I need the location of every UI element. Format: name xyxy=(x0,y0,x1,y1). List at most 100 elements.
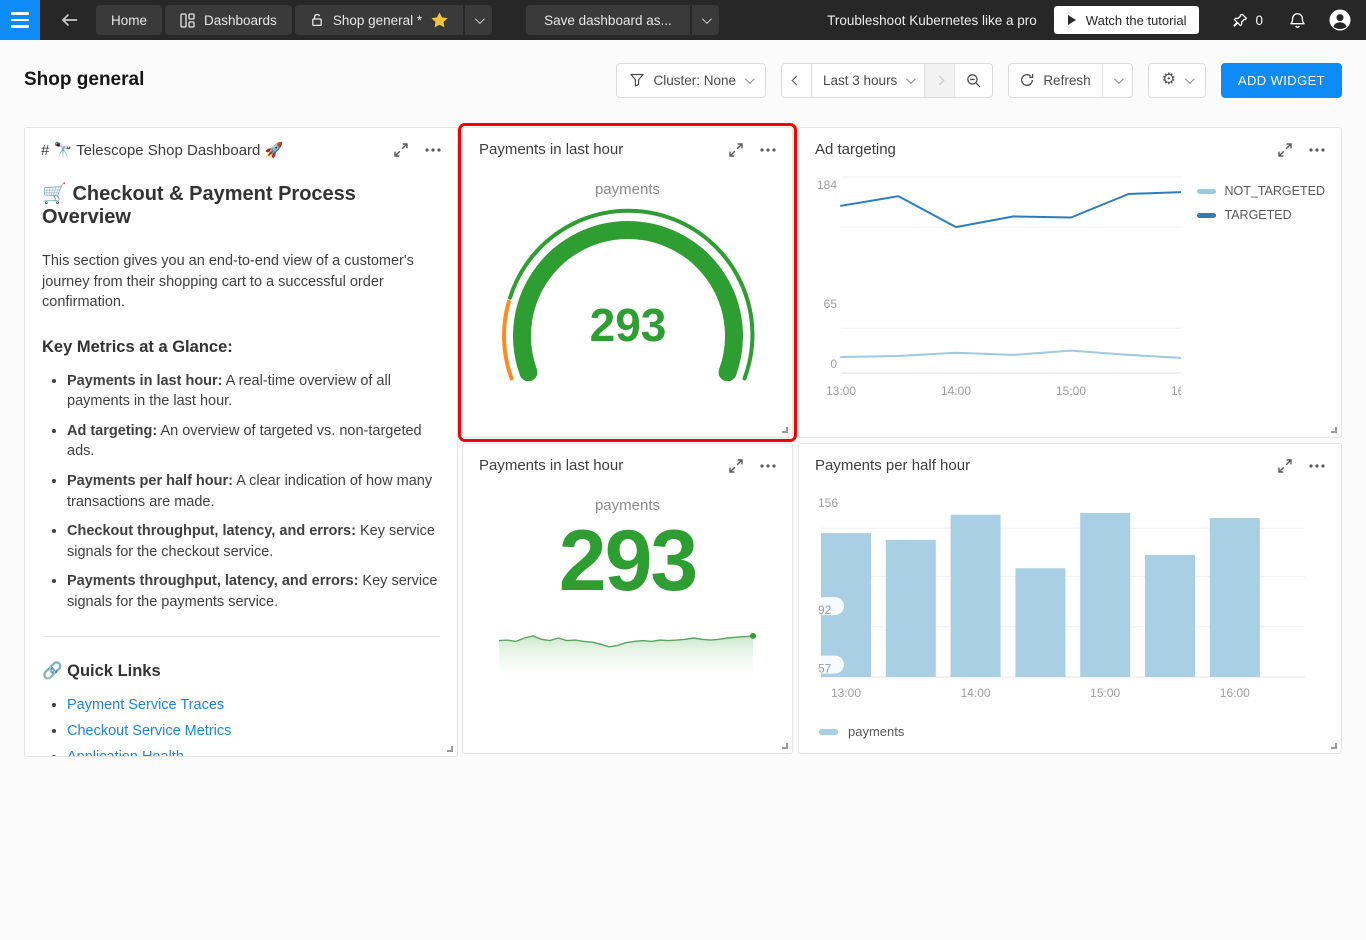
time-range-button[interactable]: Last 3 hours xyxy=(811,63,924,97)
expand-widget-button[interactable] xyxy=(1278,458,1292,473)
save-dashboard-options-chevron[interactable] xyxy=(691,5,719,35)
widget-menu-button[interactable] xyxy=(1309,463,1325,468)
refresh-icon xyxy=(1021,74,1034,86)
widget-header: Ad targeting xyxy=(799,128,1341,158)
expand-widget-button[interactable] xyxy=(729,458,743,473)
time-forward-button[interactable] xyxy=(924,63,955,97)
widget-actions xyxy=(394,143,441,157)
resize-handle[interactable] xyxy=(447,746,453,752)
ad-targeting-line-chart: 184 65 0 13:00 14:00 15:00 16:00 xyxy=(817,176,1181,398)
divider xyxy=(42,635,440,637)
tab-shop-general-menu-chevron[interactable] xyxy=(465,5,493,35)
quick-link[interactable]: Checkout Service Metrics xyxy=(67,723,231,739)
widget-actions xyxy=(1278,458,1325,473)
svg-text:16:00: 16:00 xyxy=(1171,384,1181,398)
expand-icon xyxy=(729,458,743,473)
quick-link-item: Application Health xyxy=(67,749,440,756)
quick-link[interactable]: Payment Service Traces xyxy=(67,697,224,713)
payments-value: 293 xyxy=(558,513,698,609)
quick-link[interactable]: Application Health xyxy=(67,749,184,756)
widget-header: Payments per half hour xyxy=(799,444,1341,474)
tab-home[interactable]: Home xyxy=(96,5,163,35)
menu-button[interactable] xyxy=(0,0,40,40)
expand-icon xyxy=(1278,142,1292,157)
refresh-options-chevron[interactable] xyxy=(1101,63,1132,97)
cluster-filter-button[interactable]: Cluster: None xyxy=(616,62,767,98)
gauge-metric-label: payments xyxy=(594,181,661,198)
notifications-button[interactable] xyxy=(1289,12,1306,29)
metrics-heading: Key Metrics at a Glance: xyxy=(42,337,233,356)
chevron-down-icon xyxy=(906,73,917,84)
tab-dashboards[interactable]: Dashboards xyxy=(165,5,292,35)
resize-handle[interactable] xyxy=(782,743,788,749)
time-range-group: Last 3 hours xyxy=(781,62,994,98)
svg-text:57: 57 xyxy=(818,662,832,676)
tab-dashboards-label: Dashboards xyxy=(204,12,277,28)
widget-menu-button[interactable] xyxy=(425,148,441,152)
filter-funnel-icon xyxy=(630,73,645,87)
tab-home-label: Home xyxy=(111,12,148,28)
dashboard-tabs: Home Dashboards Shop general * Save dash… xyxy=(96,5,719,35)
payments-sparkline xyxy=(498,633,756,686)
widget-menu-button[interactable] xyxy=(1309,147,1325,152)
current-dashboard-tab-group: Shop general * xyxy=(294,5,493,35)
zoom-out-time-button[interactable] xyxy=(954,63,992,97)
markdown-heading: 🛒 Checkout & Payment Process Overview xyxy=(42,183,356,228)
metric-item: Payments in last hour: A real-time overv… xyxy=(67,371,440,412)
ellipsis-icon xyxy=(760,463,776,468)
expand-icon xyxy=(729,142,743,157)
legend-label: TARGETED xyxy=(1224,208,1292,222)
widget-menu-button[interactable] xyxy=(760,147,776,152)
svg-text:293: 293 xyxy=(589,299,666,351)
tab-shop-general-label: Shop general * xyxy=(332,12,423,28)
pin-icon xyxy=(1233,13,1248,27)
widget-title: Ad targeting xyxy=(815,141,896,158)
svg-text:15:00: 15:00 xyxy=(1056,384,1086,398)
expand-icon xyxy=(394,143,408,157)
expand-widget-button[interactable] xyxy=(1278,142,1292,157)
back-button[interactable] xyxy=(52,5,86,35)
ellipsis-icon xyxy=(760,147,776,152)
settings-button[interactable]: ⚙ xyxy=(1147,62,1206,98)
add-widget-button[interactable]: ADD WIDGET xyxy=(1220,62,1342,98)
svg-text:15:00: 15:00 xyxy=(1090,686,1120,700)
expand-widget-button[interactable] xyxy=(394,143,408,157)
resize-handle[interactable] xyxy=(1331,427,1337,433)
navbar-right: Troubleshoot Kubernetes like a pro Watch… xyxy=(827,6,1366,34)
svg-text:14:00: 14:00 xyxy=(941,384,971,398)
widget-menu-button[interactable] xyxy=(760,463,776,468)
refresh-group: Refresh xyxy=(1008,62,1133,98)
legend-label: payments xyxy=(848,724,905,739)
tab-shop-general[interactable]: Shop general * xyxy=(294,5,464,35)
watch-tutorial-button[interactable]: Watch the tutorial xyxy=(1053,6,1200,34)
save-dashboard-as-label: Save dashboard as... xyxy=(544,12,672,28)
bar-chart-legend[interactable]: payments xyxy=(819,724,1341,739)
resize-handle[interactable] xyxy=(782,427,788,433)
quick-link-item: Payment Service Traces xyxy=(67,697,440,713)
top-navbar: Home Dashboards Shop general * Save dash… xyxy=(0,0,1366,40)
svg-text:14:00: 14:00 xyxy=(961,686,991,700)
time-back-button[interactable] xyxy=(782,64,811,97)
widget-header: Payments in last hour xyxy=(463,444,792,474)
favorite-star-icon[interactable] xyxy=(431,12,448,28)
expand-icon xyxy=(1278,458,1292,473)
pinned-items-button[interactable]: 0 xyxy=(1233,13,1263,28)
markdown-intro: This section gives you an end-to-end vie… xyxy=(42,253,414,311)
expand-widget-button[interactable] xyxy=(729,142,743,157)
legend-item[interactable]: TARGETED xyxy=(1196,208,1325,222)
resize-handle[interactable] xyxy=(1331,743,1337,749)
chevron-down-icon xyxy=(475,13,486,24)
legend-swatch xyxy=(1196,188,1216,194)
metric-item: Ad targeting: An overview of targeted vs… xyxy=(67,421,440,462)
user-avatar[interactable] xyxy=(1328,8,1352,32)
refresh-button[interactable]: Refresh xyxy=(1009,64,1101,97)
payments-gauge-chart: 293 xyxy=(501,208,754,382)
svg-text:0: 0 xyxy=(830,357,837,371)
gear-icon: ⚙ xyxy=(1161,71,1176,88)
svg-text:65: 65 xyxy=(824,297,838,311)
ellipsis-icon xyxy=(1309,463,1325,468)
save-dashboard-as-button[interactable]: Save dashboard as... xyxy=(526,5,690,35)
legend-item[interactable]: NOT_TARGETED xyxy=(1196,184,1325,198)
payments-gauge-widget: Payments in last hour payments 293 xyxy=(458,123,797,442)
refresh-label: Refresh xyxy=(1043,72,1091,88)
